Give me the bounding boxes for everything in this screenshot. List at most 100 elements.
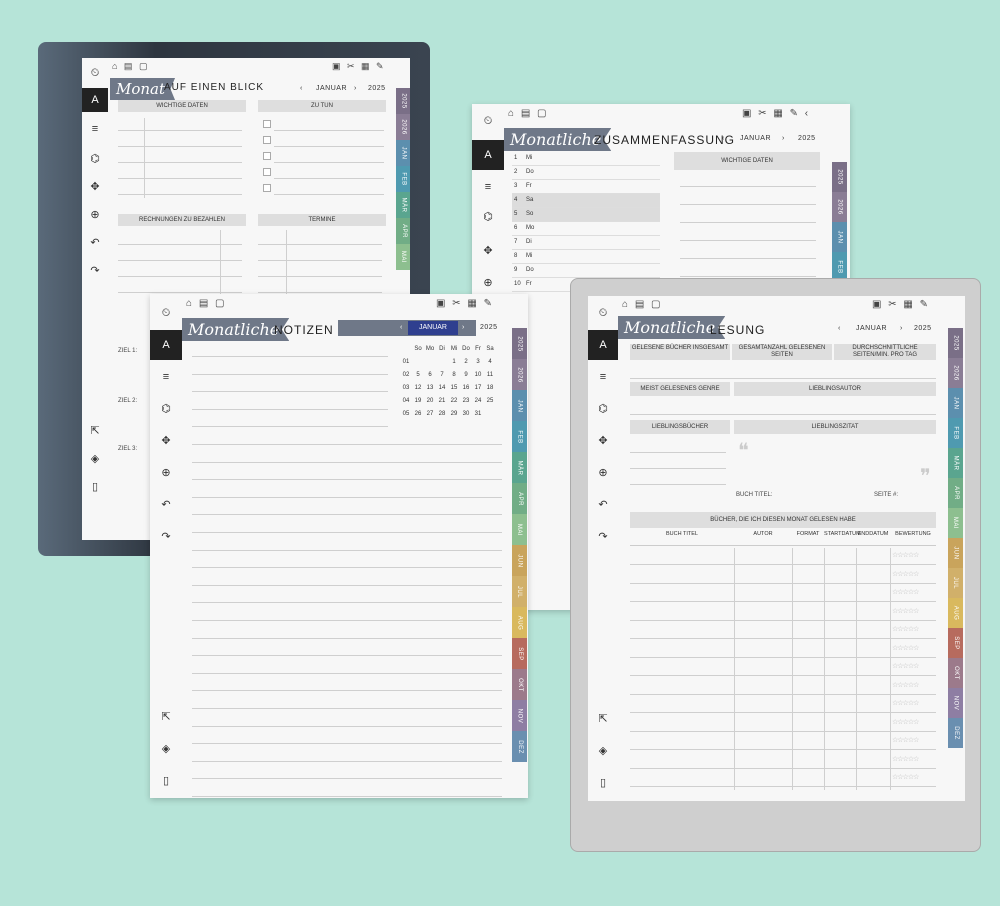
rating-stars[interactable]: ☆☆☆☆☆ [892,755,919,763]
day-row[interactable]: 7 Di [512,236,660,250]
zitat-header[interactable]: LIEBLINGSZITAT [734,420,936,434]
note-line[interactable] [192,743,502,745]
tab-2025[interactable]: 2025 [832,162,847,192]
calendar-day[interactable]: 25 [484,398,496,404]
pen-icon[interactable]: A [588,330,618,360]
note-line[interactable] [192,356,388,357]
rating-stars[interactable]: ☆☆☆☆☆ [892,699,919,707]
eraser-icon[interactable]: ⌬ [150,402,182,416]
todo-checkbox[interactable] [263,168,271,176]
undo-icon[interactable]: ↶ [150,498,182,512]
calendar-day[interactable]: 23 [460,398,472,404]
layers-icon[interactable]: ◈ [150,742,182,756]
rating-stars[interactable]: ☆☆☆☆☆ [892,681,919,689]
tab-2026[interactable]: 2026 [948,358,963,388]
zoom-icon[interactable]: ⊕ [588,466,618,480]
calendar-day[interactable]: 01 [400,359,412,365]
rating-stars[interactable]: ☆☆☆☆☆ [892,773,919,781]
top-icons-right[interactable]: ▣ ✂ ▦ ✎ [436,298,494,309]
month-label[interactable]: JANUAR [740,135,771,142]
export-icon[interactable]: ⇱ [150,710,182,724]
calendar-day[interactable]: 24 [472,398,484,404]
note-line[interactable] [192,672,502,674]
calendar-day[interactable]: 1 [448,359,460,365]
sidebar-icon[interactable]: ▯ [150,774,182,788]
day-row[interactable]: 1 Mi [512,152,660,166]
move-icon[interactable]: ✥ [150,434,182,448]
next-month[interactable]: › [462,324,465,331]
calendar-day[interactable]: 19 [412,398,424,404]
calendar-day[interactable]: 21 [436,398,448,404]
day-row[interactable]: 4 Sa [512,194,660,208]
next-month[interactable]: › [782,135,785,142]
undo-icon[interactable]: ↶ [588,498,618,512]
todo-checkbox[interactable] [263,136,271,144]
calendar-day[interactable]: 8 [448,372,460,378]
calendar-day[interactable]: 11 [484,372,496,378]
next-month[interactable]: › [354,85,357,92]
day-row[interactable]: 5 So [512,208,660,222]
tab-apr[interactable]: APR [396,218,410,244]
menu-icon[interactable]: ≡ [82,122,108,136]
calendar-day[interactable]: 05 [400,411,412,417]
pen-icon[interactable]: A [150,330,182,360]
calendar-day[interactable]: 2 [460,359,472,365]
tab-jul[interactable]: JUL [948,568,963,598]
year-label[interactable]: 2025 [368,85,386,92]
autor-header[interactable]: LIEBLINGSAUTOR [734,382,936,396]
tab-2025[interactable]: 2025 [948,328,963,358]
todo-checkbox[interactable] [263,152,271,160]
year-label[interactable]: 2025 [914,325,932,332]
tab-apr[interactable]: APR [512,483,527,514]
menu-icon[interactable]: ≡ [150,370,182,384]
clock-icon[interactable]: ⏲ [150,306,182,320]
tab-2025[interactable]: 2025 [512,328,527,359]
calendar-day[interactable]: 04 [400,398,412,404]
note-line[interactable] [192,532,502,533]
calendar-day[interactable] [412,359,424,365]
note-line[interactable] [192,567,502,569]
top-icons-left[interactable]: ⌂ ▤ ▢ [186,298,227,309]
rating-stars[interactable]: ☆☆☆☆☆ [892,662,919,670]
tab-aug[interactable]: AUG [948,598,963,628]
eraser-icon[interactable]: ⌬ [588,402,618,416]
calendar-day[interactable]: 27 [424,411,436,417]
top-icons-left[interactable]: ⌂ ▤ ▢ [622,299,663,310]
rating-stars[interactable]: ☆☆☆☆☆ [892,570,919,578]
calendar-day[interactable]: 31 [472,411,484,417]
prev-month[interactable]: ‹ [722,135,725,142]
tab-jun[interactable]: JUN [512,545,527,576]
calendar-day[interactable]: 17 [472,385,484,391]
note-line[interactable] [192,760,502,762]
note-line[interactable] [192,514,502,516]
note-line[interactable] [192,408,388,410]
calendar-day[interactable]: 4 [484,359,496,365]
note-line[interactable] [192,690,502,692]
note-line[interactable] [192,373,388,375]
calendar-day[interactable]: 30 [460,411,472,417]
move-icon[interactable]: ✥ [472,244,504,258]
tab-mär[interactable]: MÄR [396,192,410,218]
todo-checkbox[interactable] [263,120,271,128]
tab-apr[interactable]: APR [948,478,963,508]
calendar-day[interactable]: 12 [412,385,424,391]
note-line[interactable] [192,602,502,604]
note-line[interactable] [192,391,388,393]
tab-nov[interactable]: NOV [512,700,527,731]
note-line[interactable] [192,637,502,639]
note-line[interactable] [192,796,502,797]
day-row[interactable]: 2 Do [512,166,660,180]
tab-sep[interactable]: SEP [512,638,527,669]
prev-month[interactable]: ‹ [300,85,303,92]
tab-mai[interactable]: MAI [512,514,527,545]
day-row[interactable]: 6 Mo [512,222,660,236]
note-line[interactable] [192,426,388,428]
tab-mai[interactable]: MAI [396,244,410,270]
note-line[interactable] [192,444,502,445]
rating-stars[interactable]: ☆☆☆☆☆ [892,718,919,726]
note-line[interactable] [192,479,502,481]
year-label[interactable]: 2025 [798,135,816,142]
note-line[interactable] [192,584,502,586]
sidebar-icon[interactable]: ▯ [588,776,618,790]
note-line[interactable] [192,461,502,463]
